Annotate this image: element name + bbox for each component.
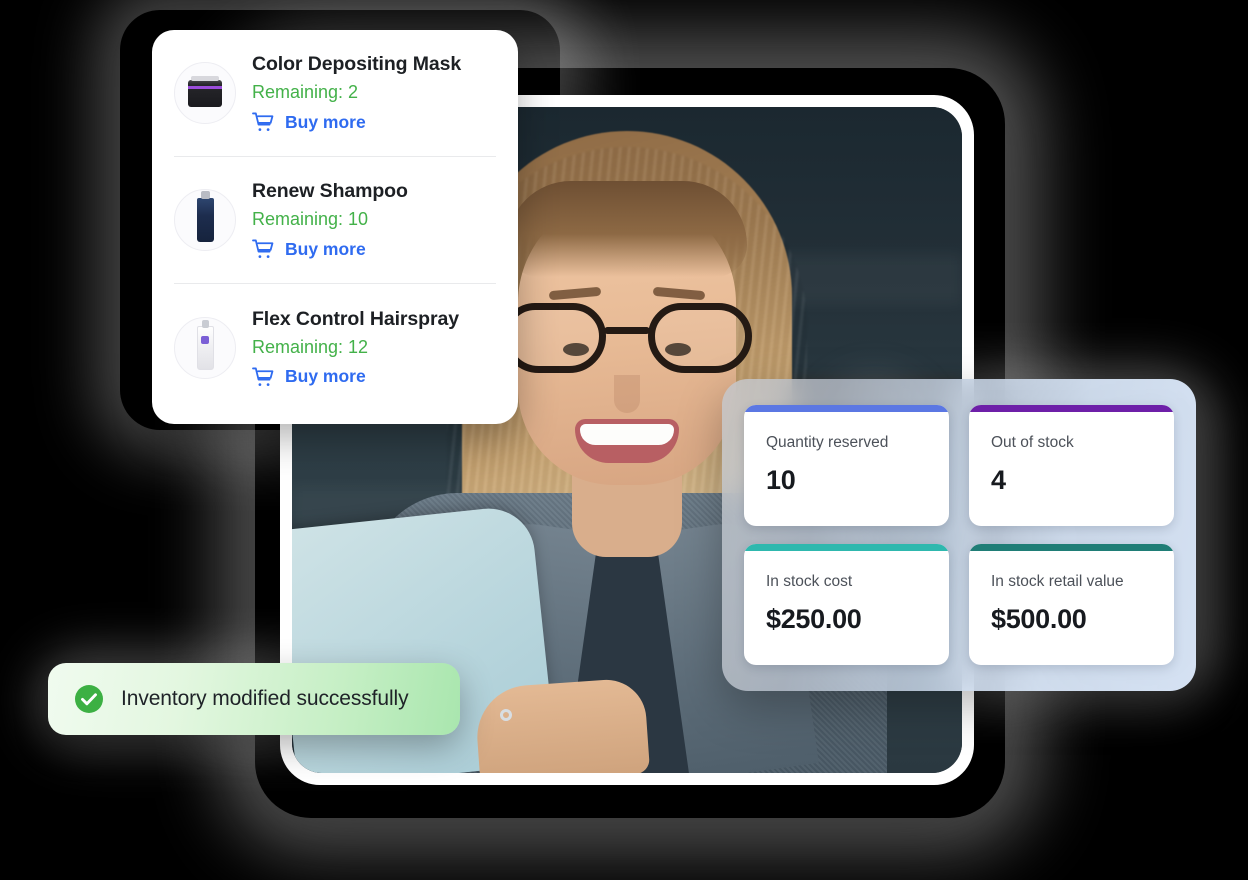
bottle-white-icon [196,319,214,370]
bottle-navy-icon [196,191,214,242]
shopping-cart-icon [252,367,274,386]
product-info: Renew Shampoo Remaining: 10 Buy more [252,180,496,260]
shopping-cart-icon [252,113,274,132]
product-thumbnail [174,316,236,379]
stat-label: Out of stock [991,434,1074,451]
buy-more-label: Buy more [285,111,366,132]
product-remaining: Remaining: 2 [252,82,359,103]
shopping-cart-icon [252,240,274,259]
screenshot-root: Color Depositing Mask Remaining: 2 Buy m… [0,0,1248,880]
stat-accent-bar [744,544,949,551]
jar-dark-purple-icon [188,75,222,107]
stat-accent-bar [969,544,1174,551]
list-item[interactable]: Renew Shampoo Remaining: 10 Buy more [174,157,496,284]
stat-label: In stock cost [766,573,853,590]
buy-more-button[interactable]: Buy more [252,239,496,260]
person-teeth [580,424,674,445]
person-glasses [502,303,752,375]
glasses-lens-right [648,303,752,373]
check-circle-icon [75,685,103,713]
buy-more-label: Buy more [285,366,366,387]
stat-card-quantity-reserved[interactable]: Quantity reserved 10 [744,405,949,526]
list-item[interactable]: Flex Control Hairspray Remaining: 12 Buy… [174,284,496,411]
product-info: Color Depositing Mask Remaining: 2 Buy m… [252,53,496,133]
product-name: Renew Shampoo [252,180,408,202]
product-name: Color Depositing Mask [252,53,462,75]
product-thumbnail [174,62,236,124]
stat-value: $500.00 [991,603,1087,634]
stat-value: $250.00 [766,603,862,634]
stat-card-in-stock-cost[interactable]: In stock cost $250.00 [744,544,949,665]
product-remaining: Remaining: 10 [252,209,369,230]
stat-card-out-of-stock[interactable]: Out of stock 4 [969,405,1174,526]
person-mouth [575,419,679,463]
buy-more-button[interactable]: Buy more [252,366,496,387]
stat-label: In stock retail value [991,573,1124,590]
product-name: Flex Control Hairspray [252,307,459,330]
low-stock-product-list: Color Depositing Mask Remaining: 2 Buy m… [152,30,518,424]
stat-body: In stock retail value $500.00 [969,551,1174,654]
inventory-stats-panel: Quantity reserved 10 Out of stock 4 In s… [722,379,1196,691]
product-info: Flex Control Hairspray Remaining: 12 Buy… [252,308,496,388]
buy-more-button[interactable]: Buy more [252,112,496,133]
person-ring [500,709,512,721]
stat-label: Quantity reserved [766,434,889,451]
stat-body: Out of stock 4 [969,412,1174,515]
glasses-bridge [604,327,650,334]
buy-more-label: Buy more [285,238,366,259]
toast-message: Inventory modified successfully [121,687,409,711]
list-item[interactable]: Color Depositing Mask Remaining: 2 Buy m… [174,30,496,157]
stat-body: Quantity reserved 10 [744,412,949,515]
product-remaining: Remaining: 12 [252,336,369,357]
success-toast[interactable]: Inventory modified successfully [48,663,460,735]
person-nose [614,375,640,413]
stat-accent-bar [744,405,949,412]
stat-body: In stock cost $250.00 [744,551,949,654]
person-fringe [507,181,747,277]
stat-accent-bar [969,405,1174,412]
stat-card-in-stock-retail-value[interactable]: In stock retail value $500.00 [969,544,1174,665]
product-thumbnail [174,189,236,251]
stat-value: 10 [766,464,796,495]
stat-value: 4 [991,464,1006,495]
